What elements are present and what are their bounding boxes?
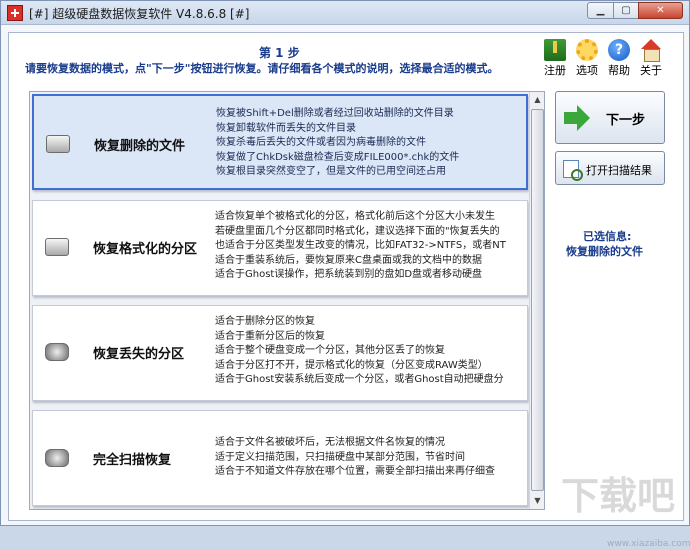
scroll-down-arrow-icon[interactable]: ▼ — [530, 493, 544, 509]
arrow-right-icon — [564, 105, 590, 131]
next-step-label: 下一步 — [606, 113, 646, 128]
about-label: 关于 — [640, 64, 662, 77]
mode-description-line: 恢复杀毒后丢失的文件或者因为病毒删除的文件 — [216, 137, 426, 148]
mode-description-line: 适于定义扫描范围，只扫描硬盘中某部分范围，节省时间 — [215, 451, 465, 463]
main-panel: 第 1 步 请要恢复数据的模式，点"下一步"按钮进行恢复。请仔细看各个模式的说明… — [8, 32, 690, 549]
open-file-icon — [563, 160, 583, 181]
mode-name: 完全扫描恢复 — [93, 453, 172, 468]
mode-description-line: 恢复被Shift+Del删除或者经过回收站删除的文件目录 — [216, 108, 454, 119]
watermark-url: www.xiazaiba.com — [607, 539, 690, 549]
mode-name: 恢复丢失的分区 — [93, 347, 185, 362]
mode-description: 适合恢复单个被格式化的分区，格式化前后这个分区大小未发生 若硬盘里面几个分区都同… — [215, 210, 506, 283]
mode-name: 恢复删除的文件 — [94, 139, 186, 154]
register-label: 注册 — [544, 64, 566, 77]
scrollbar-thumb[interactable] — [531, 109, 544, 491]
mode-description: 适合于删除分区的恢复 适合于重新分区后的恢复 适合于整个硬盘变成一个分区，其他分… — [215, 315, 504, 388]
mode-description-line: 适合于文件名被破坏后，无法根据文件名恢复的情况 — [215, 437, 445, 448]
mode-description-line: 适合恢复单个被格式化的分区，格式化前后这个分区大小未发生 — [215, 211, 495, 222]
mode-recover-deleted-files[interactable]: 恢复删除的文件 恢复被Shift+Del删除或者经过回收站删除的文件目录 恢复卸… — [32, 94, 528, 190]
mode-full-scan-recovery[interactable]: 完全扫描恢复 适合于文件名被破坏后，无法根据文件名恢复的情况 适于定义扫描范围，… — [32, 410, 528, 506]
hard-drive-icon — [46, 135, 70, 153]
mode-description-line: 适合于整个硬盘变成一个分区，其他分区丢了的恢复 — [215, 345, 445, 356]
open-scan-results-label: 打开扫描结果 — [586, 164, 652, 177]
mode-description: 适合于文件名被破坏后，无法根据文件名恢复的情况 适于定义扫描范围，只扫描硬盘中某… — [215, 436, 495, 480]
about-button[interactable]: 关于 — [635, 39, 667, 78]
step-title: 第 1 步 — [259, 46, 300, 60]
mode-description-line: 适合于Ghost安装系统后变成一个分区，或者Ghost自动把硬盘分 — [215, 374, 504, 385]
options-icon — [576, 39, 598, 61]
mode-description-line: 也适合于分区类型发生改变的情况，比如FAT32->NTFS，或者NT — [215, 240, 506, 251]
mode-description-line: 适合于Ghost误操作，把系统装到别的盘如D盘或者移动硬盘 — [215, 269, 483, 280]
step-instruction: 请要恢复数据的模式，点"下一步"按钮进行恢复。请仔细看各个模式的说明，选择最合适… — [25, 62, 499, 75]
register-button[interactable]: 注册 — [539, 39, 571, 78]
mode-description-line: 恢复卸载软件而丢失的文件目录 — [216, 122, 356, 134]
mode-description: 恢复被Shift+Del删除或者经过回收站删除的文件目录 恢复卸载软件而丢失的文… — [216, 107, 459, 180]
open-scan-results-button[interactable]: 打开扫描结果 — [555, 151, 665, 185]
next-step-button[interactable]: 下一步 — [555, 91, 665, 144]
hard-drive-icon — [45, 238, 69, 256]
mode-description-line: 恢复根目录突然变空了，但是文件的已用空间还占用 — [216, 166, 446, 177]
register-icon — [544, 39, 566, 61]
app-window: [#] 超级硬盘数据恢复软件 V4.8.6.8 [#] ▁ ▢ ✕ 第 1 步 … — [0, 0, 690, 549]
mode-description-line: 适合于不知道文件存放在哪个位置，需要全部扫描出来再仔细查 — [215, 466, 495, 477]
mode-description-line: 适合于分区打不开，提示格式化的恢复（分区变成RAW类型） — [215, 359, 488, 371]
mode-recover-lost-partition[interactable]: 恢复丢失的分区 适合于删除分区的恢复 适合于重新分区后的恢复 适合于整个硬盘变成… — [32, 305, 528, 401]
window-title: [#] 超级硬盘数据恢复软件 V4.8.6.8 [#] — [29, 7, 250, 21]
close-button[interactable]: ✕ — [638, 2, 683, 19]
help-icon: ? — [608, 39, 630, 61]
help-button[interactable]: ? 帮助 — [603, 39, 635, 78]
disk-platter-icon — [45, 343, 69, 361]
help-label: 帮助 — [608, 64, 630, 77]
scroll-up-arrow-icon[interactable]: ▲ — [530, 92, 544, 108]
mode-description-line: 适合于重装系统后，要恢复原来C盘桌面或我的文档中的数据 — [215, 254, 482, 266]
options-button[interactable]: 选项 — [571, 39, 603, 78]
app-logo-icon — [7, 5, 23, 21]
mode-description-line: 恢复做了ChkDsk磁盘检查后变成FILE000*.chk的文件 — [216, 151, 460, 163]
mode-description-line: 若硬盘里面几个分区都同时格式化，建议选择下面的"恢复丢失的 — [215, 225, 500, 237]
selection-info-heading: 已选信息: — [583, 230, 632, 243]
disk-platter-icon — [45, 449, 69, 467]
watermark-logo: 下载吧 — [561, 474, 676, 518]
options-label: 选项 — [576, 64, 598, 77]
about-icon — [640, 39, 662, 62]
mode-recover-formatted-partition[interactable]: 恢复格式化的分区 适合恢复单个被格式化的分区，格式化前后这个分区大小未发生 若硬… — [32, 200, 528, 296]
selection-info-value: 恢复删除的文件 — [566, 245, 643, 258]
title-bar[interactable]: [#] 超级硬盘数据恢复软件 V4.8.6.8 [#] ▁ ▢ ✕ — [1, 1, 689, 25]
mode-list-scrollbar[interactable]: ▲ ▼ — [529, 92, 544, 509]
minimize-button[interactable]: ▁ — [587, 2, 614, 19]
mode-description-line: 适合于删除分区的恢复 — [215, 316, 315, 327]
mode-description-line: 适合于重新分区后的恢复 — [215, 330, 325, 342]
mode-name: 恢复格式化的分区 — [93, 242, 198, 257]
maximize-button[interactable]: ▢ — [613, 2, 639, 19]
mode-list: 恢复删除的文件 恢复被Shift+Del删除或者经过回收站删除的文件目录 恢复卸… — [29, 91, 545, 510]
